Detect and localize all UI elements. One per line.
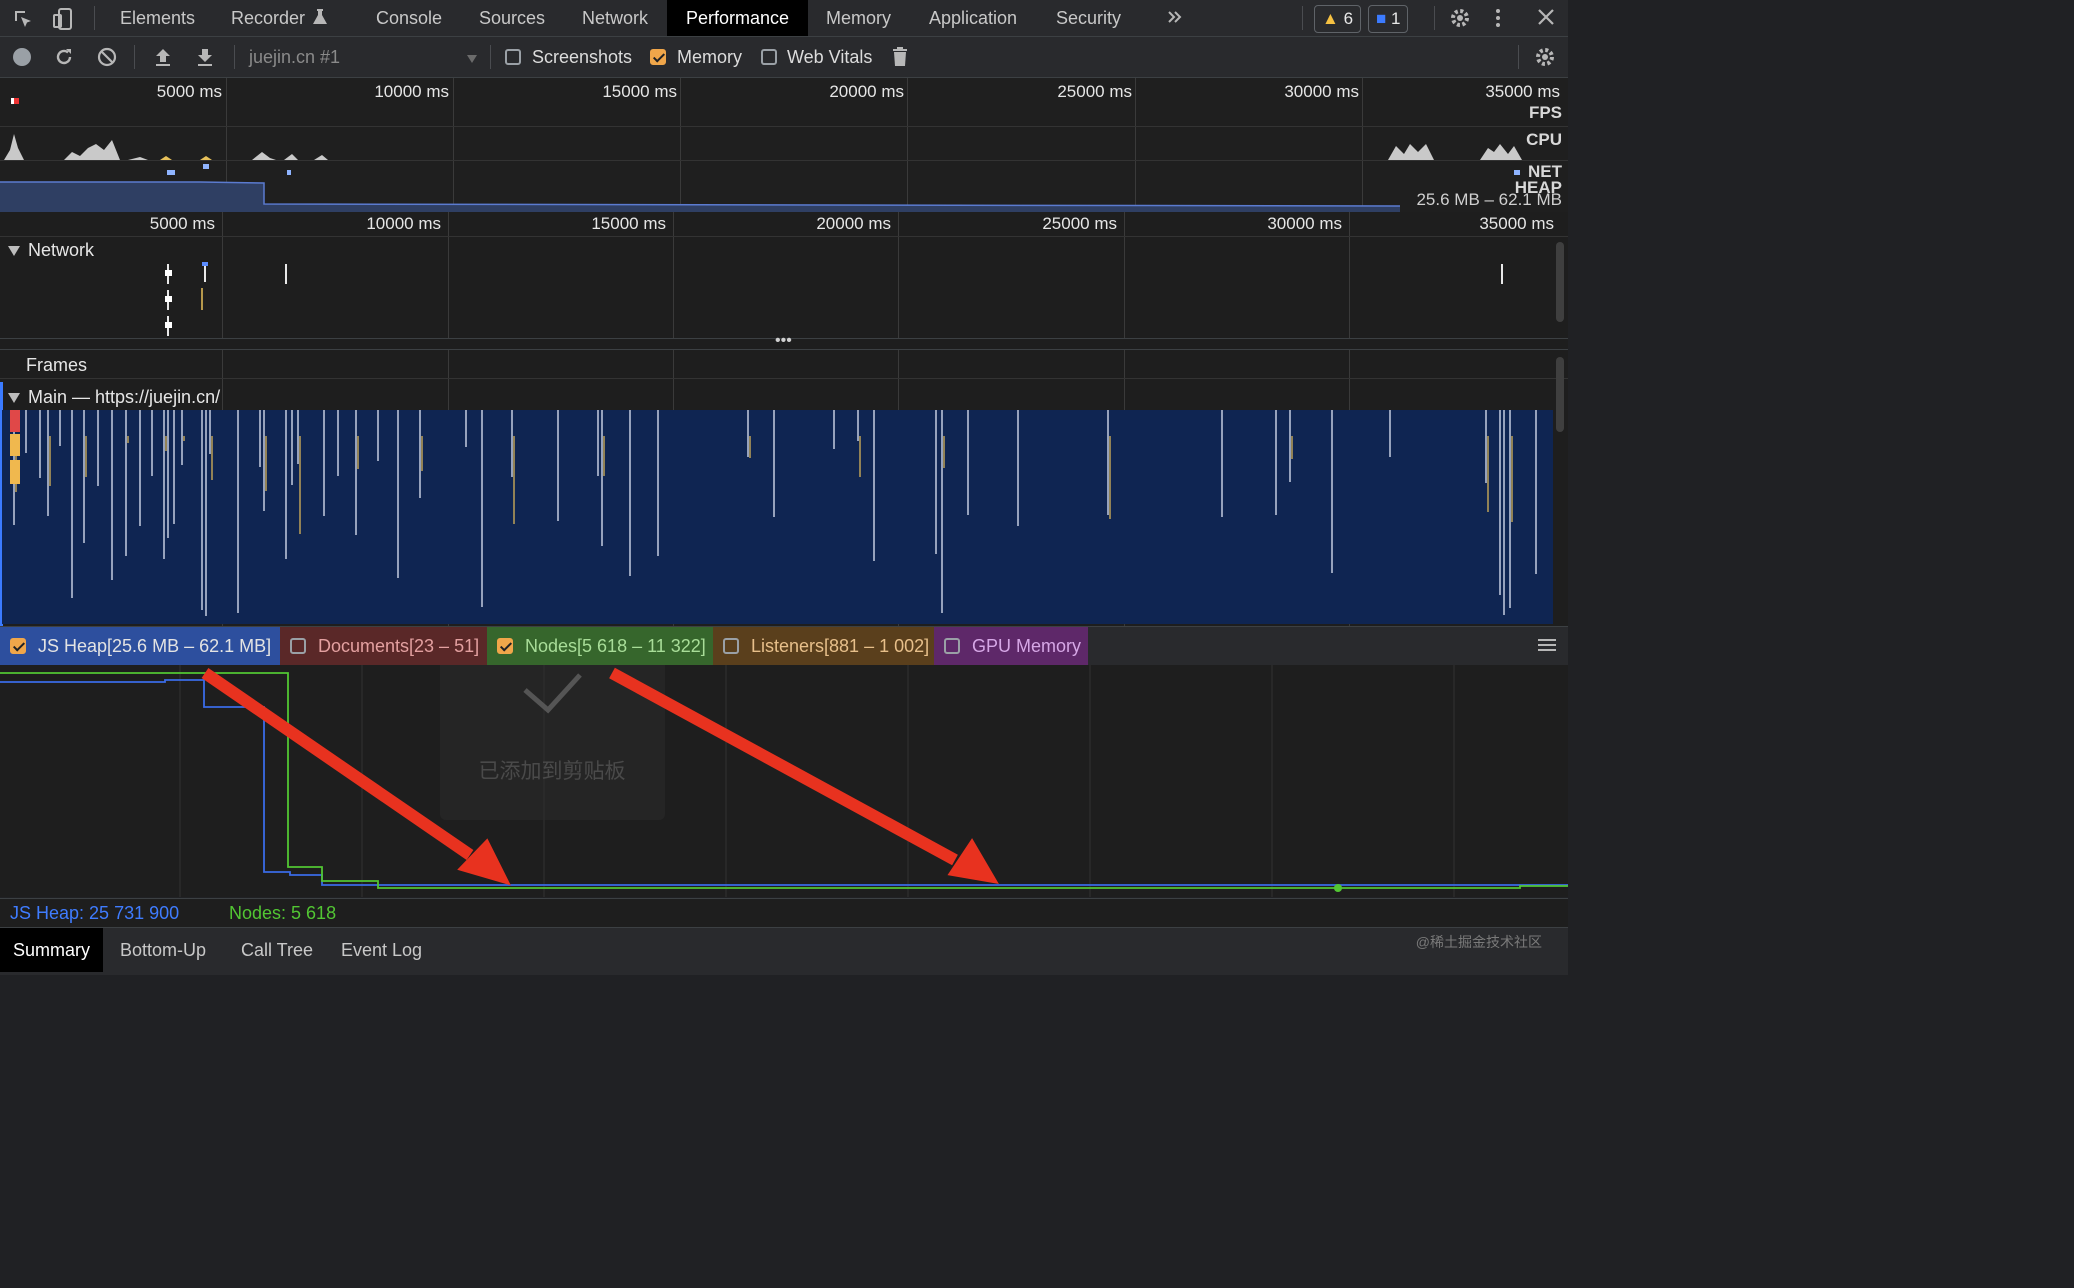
record-icon[interactable] — [12, 47, 32, 71]
counter-lines: 已添加到剪贴板 — [0, 610, 1568, 897]
tab-event-log[interactable]: Event Log — [341, 928, 422, 972]
main-thread-track-toggle[interactable]: Main — https://juejin.cn/ — [8, 387, 220, 408]
divider — [1434, 6, 1435, 30]
screenshots-checkbox[interactable] — [505, 49, 521, 65]
devtools-tabbar: Elements Recorder Console Sources Networ… — [0, 0, 1568, 37]
memory-label: Memory — [677, 47, 743, 67]
listeners-counter[interactable]: Listeners[881 – 1 002] — [713, 627, 934, 665]
divider — [1302, 6, 1303, 30]
nodes-counter[interactable]: Nodes[5 618 – 11 322] — [487, 627, 713, 665]
webvitals-label: Web Vitals — [787, 47, 873, 67]
watermark: @稀土掘金技术社区 — [1415, 934, 1542, 950]
warnings-badge[interactable]: ▲ 6 — [1314, 5, 1362, 33]
clear-icon[interactable] — [97, 47, 117, 71]
timeline-tick: 15000 ms — [591, 214, 666, 233]
tab-bottom-up[interactable]: Bottom-Up — [120, 928, 206, 972]
overview-activity-graph — [0, 98, 1522, 212]
timeline-tick: 10000 ms — [366, 214, 441, 233]
flame-task-block — [10, 460, 20, 484]
divider — [490, 45, 491, 69]
reload-icon[interactable] — [54, 47, 74, 71]
details-tabs: Summary Bottom-Up Call Tree Event Log @稀… — [0, 927, 1568, 975]
download-icon[interactable] — [195, 47, 215, 71]
tab-performance[interactable]: Performance — [667, 0, 809, 36]
timeline-tick: 35000 ms — [1479, 214, 1554, 233]
tab-call-tree[interactable]: Call Tree — [241, 928, 313, 972]
target-select[interactable]: juejin.cn #1 — [249, 47, 340, 68]
timeline-tick: 5000 ms — [149, 214, 215, 233]
timeline-tick: 25000 ms — [1042, 214, 1117, 233]
double-chevron-right-icon[interactable] — [1166, 8, 1184, 30]
gpu-memory-checkbox[interactable] — [944, 638, 960, 654]
close-icon[interactable] — [1537, 8, 1555, 30]
nodes-cursor-dot — [1334, 884, 1342, 892]
timeline-scrollbar[interactable] — [1556, 242, 1564, 322]
trash-icon[interactable] — [891, 46, 909, 72]
timeline-tick: 30000 ms — [1267, 214, 1342, 233]
message-icon: ■ — [1376, 9, 1387, 28]
frames-track-label[interactable]: Frames — [26, 355, 87, 376]
gpu-memory-counter[interactable]: GPU Memory — [934, 627, 1088, 665]
documents-label: Documents[23 – 51] — [318, 636, 480, 656]
tab-memory[interactable]: Memory — [824, 0, 893, 36]
nodes-label: Nodes[5 618 – 11 322] — [525, 636, 706, 656]
flame-task-block — [10, 410, 20, 432]
nodes-readout: Nodes: 5 618 — [229, 903, 337, 923]
js-heap-checkbox[interactable] — [10, 638, 26, 654]
memory-counters-legend: JS Heap[25.6 MB – 62.1 MB] Documents[23 … — [0, 626, 1568, 666]
capture-settings-gear-icon[interactable] — [1534, 46, 1556, 72]
webvitals-checkbox[interactable] — [761, 49, 777, 65]
divider — [234, 45, 235, 69]
listeners-label: Listeners[881 – 1 002] — [751, 636, 930, 656]
heap-range: 25.6 MB – 62.1 MB — [1416, 190, 1562, 209]
counters-readout: JS Heap: 25 731 900 Nodes: 5 618 — [0, 898, 1568, 927]
gpu-memory-label: GPU Memory — [972, 636, 1082, 656]
documents-checkbox[interactable] — [290, 638, 306, 654]
flame-task-block — [10, 434, 20, 456]
tab-console[interactable]: Console — [374, 0, 444, 36]
tab-application[interactable]: Application — [927, 0, 1019, 36]
nodes-checkbox[interactable] — [497, 638, 513, 654]
gear-icon[interactable] — [1449, 7, 1471, 33]
js-heap-counter[interactable]: JS Heap[25.6 MB – 62.1 MB] — [0, 627, 280, 665]
warnings-count: 6 — [1343, 9, 1354, 28]
tab-elements[interactable]: Elements — [118, 0, 197, 36]
triangle-down-icon — [8, 393, 20, 404]
hamburger-menu-icon[interactable] — [1538, 637, 1556, 657]
divider — [94, 6, 95, 30]
tab-sources[interactable]: Sources — [477, 0, 547, 36]
divider — [1518, 45, 1519, 69]
timeline-tick: 20000 ms — [816, 214, 891, 233]
messages-count: 1 — [1391, 9, 1401, 28]
warning-icon: ▲ — [1322, 9, 1339, 28]
screenshots-label: Screenshots — [532, 47, 633, 67]
upload-icon[interactable] — [153, 47, 173, 71]
divider — [134, 45, 135, 69]
main-thread-flame[interactable] — [2, 410, 1553, 624]
timeline-overview[interactable]: 5000 ms 10000 ms 15000 ms 20000 ms 25000… — [0, 78, 1568, 213]
listeners-checkbox[interactable] — [723, 638, 739, 654]
flame-events — [10, 410, 1537, 616]
tab-network[interactable]: Network — [580, 0, 650, 36]
flask-icon — [312, 8, 328, 30]
inspect-element-icon[interactable] — [12, 8, 34, 34]
main-thread-scrollbar[interactable] — [1556, 357, 1564, 432]
tab-recorder[interactable]: Recorder — [229, 0, 307, 36]
messages-badge[interactable]: ■ 1 — [1368, 5, 1409, 33]
tab-security[interactable]: Security — [1054, 0, 1123, 36]
performance-toolbar: juejin.cn #1 Screenshots Memory Web Vita… — [0, 37, 1568, 78]
memory-counter-graph[interactable]: 已添加到剪贴板 — [0, 610, 1568, 897]
dropdown-arrow-icon[interactable] — [466, 49, 478, 69]
js-heap-readout: JS Heap: 25 731 900 — [10, 903, 180, 923]
js-heap-label: JS Heap[25.6 MB – 62.1 MB] — [38, 636, 272, 656]
device-toolbar-icon[interactable] — [52, 7, 74, 35]
tab-summary[interactable]: Summary — [0, 928, 104, 972]
resize-handle-icon[interactable]: ••• — [775, 332, 792, 350]
main-thread-track-label: Main — https://juejin.cn/ — [28, 387, 221, 407]
toast-text: 已添加到剪贴板 — [479, 760, 626, 783]
documents-counter[interactable]: Documents[23 – 51] — [280, 627, 487, 665]
memory-checkbox[interactable] — [650, 49, 666, 65]
kebab-menu-icon[interactable] — [1494, 8, 1502, 32]
